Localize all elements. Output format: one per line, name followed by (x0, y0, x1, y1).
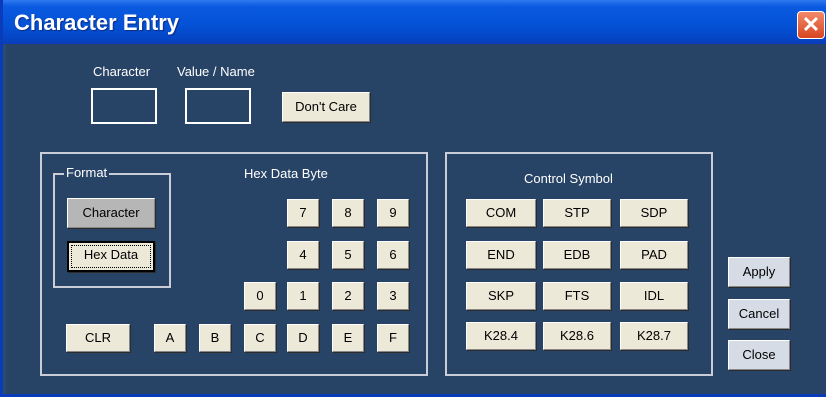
key-2-button[interactable]: 2 (332, 282, 364, 310)
symbol-idl-button[interactable]: IDL (620, 282, 688, 310)
control-symbol-title: Control Symbol (524, 171, 613, 186)
key-8-button[interactable]: 8 (332, 199, 364, 227)
character-label: Character (93, 64, 151, 79)
symbol-k28-6-button[interactable]: K28.6 (543, 322, 611, 350)
character-field[interactable] (91, 88, 157, 124)
value-name-label: Value / Name (177, 64, 255, 79)
dialog-content: Character Value / Name Don't Care Format… (6, 44, 826, 394)
key-f-button[interactable]: F (377, 324, 409, 352)
format-group: Format Character Hex Data (53, 165, 171, 288)
character-entry-dialog: Character Entry ✕ Character Value / Name… (0, 0, 826, 397)
value-name-field[interactable] (185, 88, 251, 124)
format-character-button[interactable]: Character (67, 198, 155, 228)
symbol-end-button[interactable]: END (466, 241, 536, 269)
key-e-button[interactable]: E (332, 324, 364, 352)
format-legend: Format (64, 165, 110, 180)
apply-button[interactable]: Apply (728, 257, 790, 287)
key-7-button[interactable]: 7 (287, 199, 319, 227)
clr-button[interactable]: CLR (66, 324, 130, 352)
key-9-button[interactable]: 9 (377, 199, 409, 227)
symbol-sdp-button[interactable]: SDP (620, 199, 688, 227)
symbol-com-button[interactable]: COM (466, 199, 536, 227)
key-d-button[interactable]: D (287, 324, 319, 352)
close-icon: ✕ (801, 12, 821, 37)
symbol-stp-button[interactable]: STP (543, 199, 611, 227)
hex-data-byte-label: Hex Data Byte (244, 166, 328, 181)
close-button[interactable]: Close (728, 340, 790, 370)
cancel-button[interactable]: Cancel (728, 299, 790, 329)
symbol-pad-button[interactable]: PAD (620, 241, 688, 269)
key-a-button[interactable]: A (154, 324, 186, 352)
format-hex-data-button[interactable]: Hex Data (67, 241, 155, 272)
symbol-skp-button[interactable]: SKP (466, 282, 536, 310)
window-title: Character Entry (14, 10, 180, 35)
key-c-button[interactable]: C (244, 324, 276, 352)
key-6-button[interactable]: 6 (377, 241, 409, 269)
hex-data-panel: Format Character Hex Data Hex Data Byte … (40, 152, 428, 376)
symbol-edb-button[interactable]: EDB (543, 241, 611, 269)
key-1-button[interactable]: 1 (287, 282, 319, 310)
symbol-k28-7-button[interactable]: K28.7 (620, 322, 688, 350)
symbol-fts-button[interactable]: FTS (543, 282, 611, 310)
key-3-button[interactable]: 3 (377, 282, 409, 310)
title-bar[interactable]: Character Entry ✕ (3, 0, 826, 44)
key-4-button[interactable]: 4 (287, 241, 319, 269)
key-b-button[interactable]: B (199, 324, 231, 352)
control-symbol-panel: Control Symbol COM STP SDP END EDB PAD S… (445, 152, 713, 376)
close-window-button[interactable]: ✕ (797, 11, 825, 39)
key-5-button[interactable]: 5 (332, 241, 364, 269)
key-0-button[interactable]: 0 (244, 282, 276, 310)
symbol-k28-4-button[interactable]: K28.4 (466, 322, 536, 350)
dont-care-button[interactable]: Don't Care (282, 92, 370, 122)
